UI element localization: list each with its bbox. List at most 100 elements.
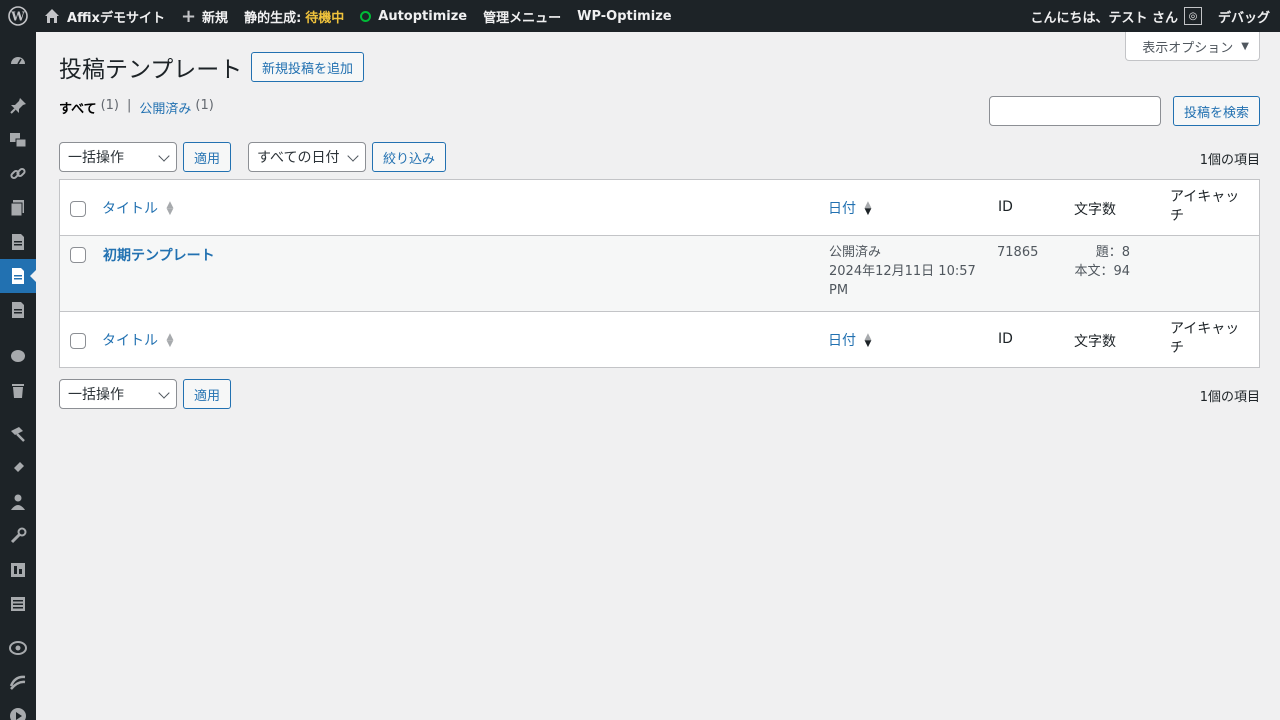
sort-desc-icon: ▲ ▼ <box>864 200 872 217</box>
footer-eyecatch-header: アイキャッ チ <box>1170 320 1239 358</box>
items-count-top: 1個の項目 <box>1199 153 1260 168</box>
table-footer: タイトル ▲ ▼ 日付 ▲ ▼ ID 文字数 アイキャッ チ <box>60 311 1259 367</box>
footer-title-header[interactable]: タイトル ▲ ▼ <box>102 330 173 350</box>
column-title-label[interactable]: タイトル <box>102 201 158 217</box>
optimize-icon[interactable] <box>0 665 36 699</box>
table-row: 初期テンプレート 公開済み 2024年12月11日 10:57 PM 71865… <box>60 236 1259 311</box>
column-chars-header: 文字数 <box>1074 202 1116 218</box>
footer-id-header: ID <box>998 331 1013 347</box>
column-date-label[interactable]: 日付 <box>828 201 856 217</box>
trash-icon[interactable] <box>0 373 36 407</box>
new-content-link[interactable]: + 新規 <box>173 0 236 32</box>
footer-eyecatch-line2: チ <box>1170 340 1184 356</box>
screen-options-label: 表示オプション <box>1142 40 1234 56</box>
avatar: ◎ <box>1183 7 1202 25</box>
filter-published-count: (1) <box>195 98 214 113</box>
wp-optimize-menu[interactable]: WP-Optimize <box>569 0 679 32</box>
status-filter-links: すべて (1) | 公開済み (1) <box>59 98 214 117</box>
apply-button-top[interactable]: 適用 <box>183 142 232 172</box>
chevron-down-icon <box>158 387 170 399</box>
date-filter-select[interactable]: すべての日付 <box>248 142 366 172</box>
bulk-action-select-top[interactable]: 一括操作 <box>59 142 177 172</box>
apply-button-bottom[interactable]: 適用 <box>183 379 232 409</box>
document-icon[interactable] <box>0 225 36 259</box>
account-menu[interactable]: こんにちは、テスト さん ◎ <box>1022 0 1210 32</box>
filter-published-link[interactable]: 公開済み <box>139 98 191 117</box>
column-eyecatch-header: アイキャッ チ <box>1170 188 1239 226</box>
posts-pin-icon[interactable] <box>0 89 36 123</box>
posts-table: タイトル ▲ ▼ 日付 ▲ ▼ ID 文字数 アイキャッ チ 初期テンプレート 公開… <box>59 179 1260 368</box>
admin-bar: W Affixデモサイト + 新規 静的生成: 待機中 Autoptimize … <box>0 0 1280 32</box>
table-icon[interactable] <box>0 587 36 621</box>
date-filter-value: すべての日付 <box>257 150 340 166</box>
post-title-link[interactable]: 初期テンプレート <box>103 245 215 265</box>
post-char-counts: 題：8 本文：94 <box>1074 243 1130 281</box>
footer-title-label[interactable]: タイトル <box>102 333 158 349</box>
bulk-action-value: 一括操作 <box>68 150 124 166</box>
debug-menu[interactable]: デバッグ <box>1210 0 1280 32</box>
post-date: 2024年12月11日 10:57 <box>829 264 976 279</box>
column-date-header[interactable]: 日付 ▲ ▼ <box>828 198 871 218</box>
comments-icon[interactable] <box>0 339 36 373</box>
filter-all-count: (1) <box>100 98 119 113</box>
eye-icon[interactable] <box>0 631 36 665</box>
wordpress-logo-icon[interactable]: W <box>0 0 36 32</box>
sort-arrows-icon: ▲ ▼ <box>166 200 174 217</box>
page-title: 投稿テンプレート <box>59 57 243 83</box>
select-all-checkbox-footer[interactable] <box>70 333 86 349</box>
static-generation-label: 静的生成: <box>244 10 302 26</box>
dashboard-icon[interactable] <box>0 44 36 78</box>
filter-button[interactable]: 絞り込み <box>372 142 447 172</box>
appearance-icon[interactable] <box>0 417 36 451</box>
column-eyecatch-line2: チ <box>1170 208 1184 224</box>
search-input[interactable] <box>989 96 1161 126</box>
admin-menu-link[interactable]: 管理メニュー <box>475 0 569 32</box>
post-date-cell: 公開済み 2024年12月11日 10:57 PM <box>829 243 976 300</box>
footer-date-label[interactable]: 日付 <box>828 333 856 349</box>
media-icon[interactable] <box>0 123 36 157</box>
footer-eyecatch-line1: アイキャッ <box>1170 321 1240 337</box>
tools-icon[interactable] <box>0 519 36 553</box>
table-header: タイトル ▲ ▼ 日付 ▲ ▼ ID 文字数 アイキャッ チ <box>60 180 1259 236</box>
select-all-checkbox[interactable] <box>70 201 86 217</box>
post-status: 公開済み <box>829 245 882 260</box>
screen-options-button[interactable]: 表示オプション ▼ <box>1125 32 1260 61</box>
plugins-icon[interactable] <box>0 451 36 485</box>
sort-arrows-icon: ▲ ▼ <box>166 332 174 349</box>
triangle-down-icon: ▼ <box>1241 40 1249 52</box>
title-char-count: 題：8 <box>1095 245 1130 260</box>
post-templates-icon[interactable] <box>0 259 36 293</box>
chevron-down-icon <box>158 150 170 162</box>
footer-date-header[interactable]: 日付 ▲ ▼ <box>828 330 871 350</box>
items-count-bottom: 1個の項目 <box>1199 390 1260 405</box>
post-id: 71865 <box>997 245 1039 260</box>
home-icon <box>45 9 59 23</box>
bulk-action-select-bottom[interactable]: 一括操作 <box>59 379 177 409</box>
template-document-icon[interactable] <box>0 293 36 327</box>
new-content-label: 新規 <box>202 10 229 26</box>
links-icon[interactable] <box>0 157 36 191</box>
site-name-link[interactable]: Affixデモサイト <box>36 0 173 32</box>
add-new-post-button[interactable]: 新規投稿を追加 <box>251 52 365 82</box>
row-checkbox[interactable] <box>70 247 86 263</box>
status-ring-icon <box>360 10 372 22</box>
filter-separator: | <box>127 98 132 113</box>
static-generation-status[interactable]: 静的生成: 待機中 <box>236 0 352 32</box>
search-posts-button[interactable]: 投稿を検索 <box>1173 96 1261 126</box>
settings-icon[interactable] <box>0 553 36 587</box>
users-icon[interactable] <box>0 485 36 519</box>
bulk-action-value-bottom: 一括操作 <box>68 387 124 403</box>
site-name: Affixデモサイト <box>67 10 165 26</box>
autoptimize-menu[interactable]: Autoptimize <box>352 0 475 32</box>
chevron-down-icon <box>347 150 359 162</box>
body-char-count: 本文：94 <box>1074 264 1130 279</box>
plus-icon: + <box>180 5 197 27</box>
column-id-header: ID <box>998 199 1013 215</box>
post-time-suffix: PM <box>829 283 849 298</box>
play-icon[interactable] <box>0 699 36 720</box>
filter-all-link[interactable]: すべて <box>59 98 97 117</box>
column-title-header[interactable]: タイトル ▲ ▼ <box>102 198 173 218</box>
pages-icon[interactable] <box>0 191 36 225</box>
sort-desc-icon: ▲ ▼ <box>864 332 872 349</box>
footer-chars-header: 文字数 <box>1074 334 1116 350</box>
